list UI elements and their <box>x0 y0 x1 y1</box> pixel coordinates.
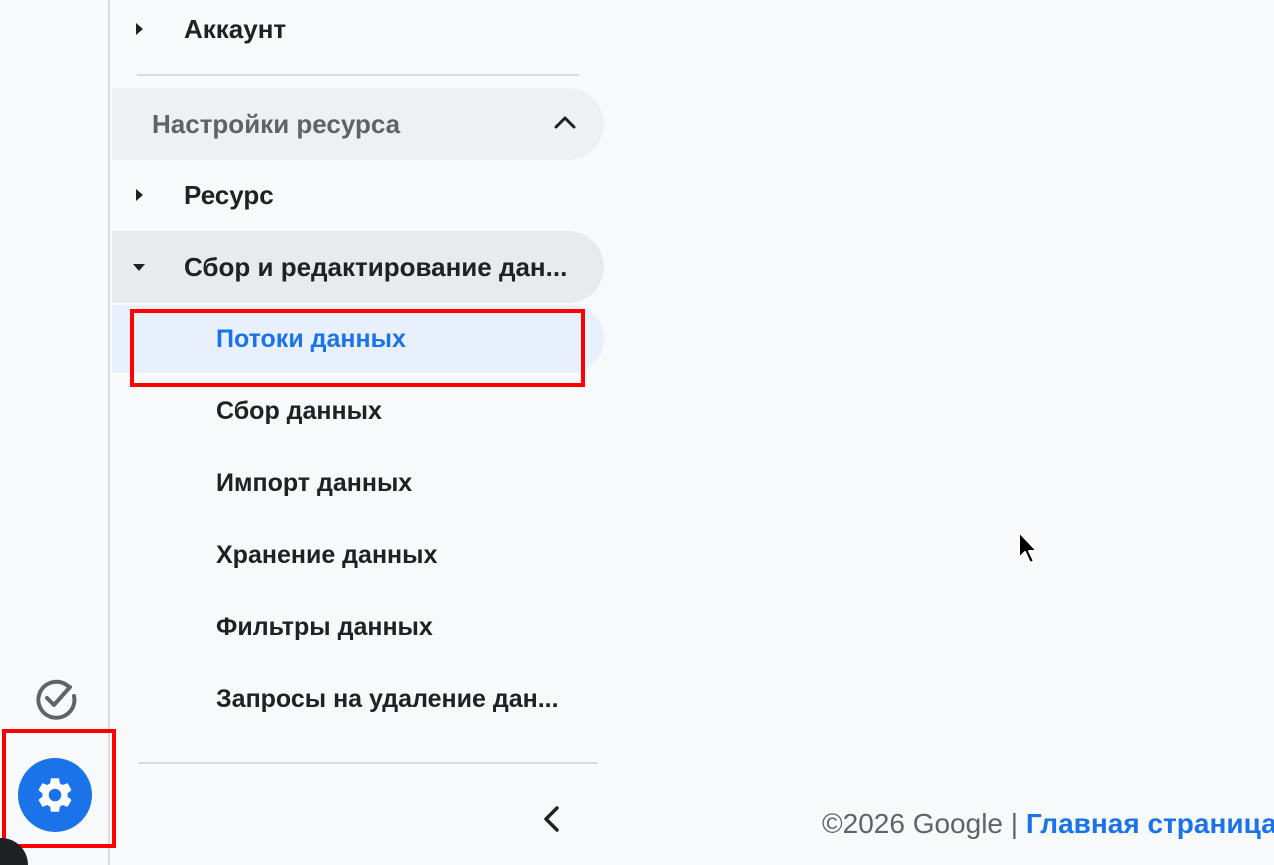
home-link[interactable]: Главная страница <box>1026 808 1274 839</box>
divider <box>137 74 579 76</box>
highlight-box-settings <box>2 729 116 848</box>
nav-subitem-data-deletion-requests[interactable]: Запросы на удаление дан... <box>112 664 604 734</box>
chevron-left-icon[interactable] <box>530 798 574 842</box>
nav-subitem-label: Сбор данных <box>216 396 382 425</box>
nav-subitem-data-filters[interactable]: Фильтры данных <box>112 592 604 662</box>
caret-right-icon <box>136 23 143 35</box>
settings-nav: Аккаунт Настройки ресурса Ресурс Сбор и … <box>112 0 612 865</box>
nav-item-account[interactable]: Аккаунт <box>112 0 604 58</box>
copyright-text: ©2026 Google | <box>822 808 1026 839</box>
check-circle-icon[interactable] <box>34 676 78 720</box>
nav-subitem-label: Хранение данных <box>216 540 438 569</box>
nav-item-data-collection[interactable]: Сбор и редактирование дан... <box>112 231 604 303</box>
highlight-box-data-streams <box>130 309 585 387</box>
nav-subitem-label: Импорт данных <box>216 468 413 497</box>
caret-right-icon <box>136 189 143 201</box>
section-header-property-settings[interactable]: Настройки ресурса <box>112 88 604 160</box>
nav-item-label: Ресурс <box>184 179 274 210</box>
nav-subitem-label: Запросы на удаление дан... <box>216 684 559 713</box>
chevron-up-icon <box>554 116 576 129</box>
nav-subitem-label: Фильтры данных <box>216 612 433 641</box>
footer: ©2026 Google | Главная страница <box>822 808 1274 840</box>
nav-subitem-data-retention[interactable]: Хранение данных <box>112 520 604 590</box>
nav-subitem-data-import[interactable]: Импорт данных <box>112 448 604 518</box>
section-title: Настройки ресурса <box>152 108 401 139</box>
nav-item-label: Аккаунт <box>184 13 287 44</box>
nav-item-label: Сбор и редактирование дан... <box>184 251 568 282</box>
caret-down-icon <box>133 264 145 271</box>
divider <box>138 762 598 764</box>
nav-item-property[interactable]: Ресурс <box>112 160 604 230</box>
mouse-cursor-icon <box>1018 531 1038 564</box>
left-rail <box>0 0 116 865</box>
